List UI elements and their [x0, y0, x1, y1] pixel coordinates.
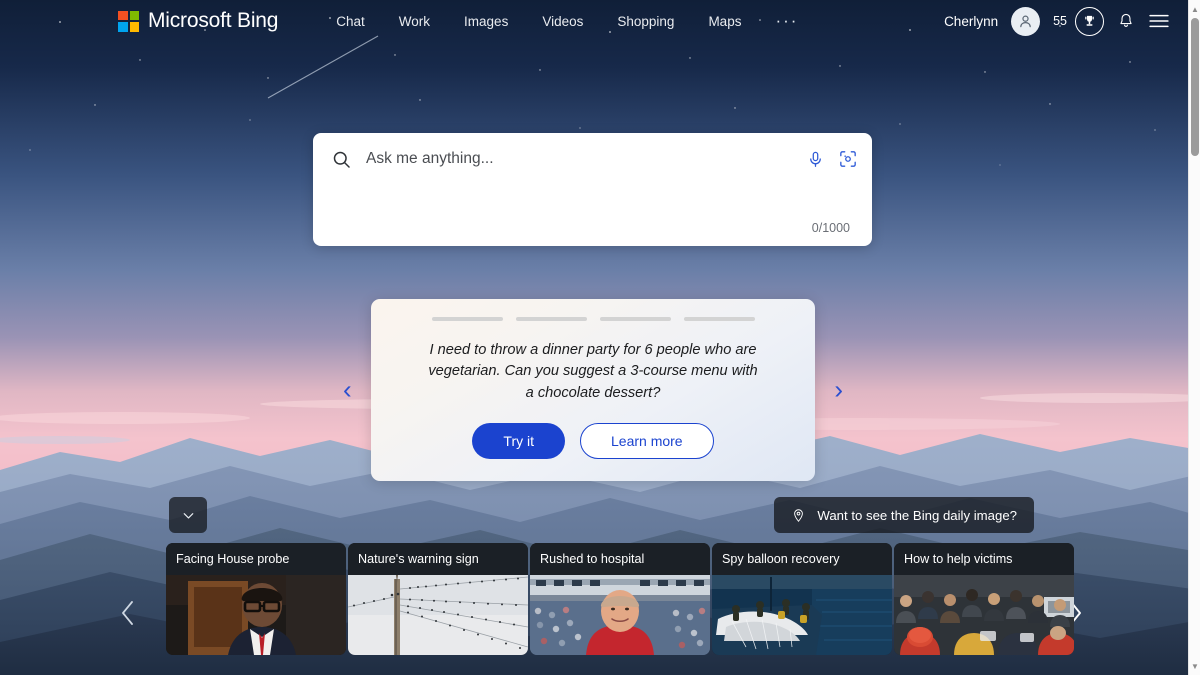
microphone-button[interactable] — [806, 150, 825, 169]
news-card-image — [712, 575, 892, 655]
news-card[interactable]: Spy balloon recovery — [712, 543, 892, 655]
suggestion-actions: Try it Learn more — [371, 422, 815, 459]
nav-shopping[interactable]: Shopping — [617, 14, 674, 29]
character-counter: 0/1000 — [811, 221, 850, 235]
chevron-left-icon — [122, 601, 133, 625]
suggestion-progress — [371, 299, 815, 321]
nav-overflow-icon[interactable]: ··· — [775, 12, 798, 29]
news-card[interactable]: Nature's warning sign — [348, 543, 528, 655]
notifications-button[interactable] — [1117, 12, 1135, 30]
try-it-button[interactable]: Try it — [472, 422, 565, 459]
brand-name: Microsoft Bing — [148, 9, 279, 32]
search-input[interactable] — [366, 150, 806, 168]
main-navigation: Chat Work Images Videos Shopping Maps ··… — [336, 12, 798, 29]
header-actions: Cherlynn 55 — [944, 6, 1170, 36]
search-tools — [806, 149, 858, 169]
page-scrollbar[interactable]: ▲ ▼ — [1188, 0, 1200, 675]
logo-square-blue — [118, 22, 128, 32]
bing-homepage: Microsoft Bing Chat Work Images Videos S… — [0, 0, 1200, 675]
nav-maps[interactable]: Maps — [708, 14, 741, 29]
nav-chat[interactable]: Chat — [336, 14, 365, 29]
news-card-image — [530, 575, 710, 655]
visual-search-button[interactable] — [838, 149, 858, 169]
progress-bar-1[interactable] — [431, 317, 503, 321]
daily-image-label: Want to see the Bing daily image? — [817, 507, 1017, 523]
search-icon[interactable] — [331, 149, 352, 170]
rewards-ring — [1075, 6, 1104, 36]
rewards-count: 55 — [1053, 14, 1067, 28]
learn-more-button[interactable]: Learn more — [580, 422, 714, 459]
site-header: Microsoft Bing Chat Work Images Videos S… — [0, 0, 1188, 42]
news-card-title: Nature's warning sign — [348, 543, 528, 575]
stadium-photo — [530, 575, 710, 655]
suggestion-prompt-text: I need to throw a dinner party for 6 peo… — [428, 342, 758, 401]
suggestion-prev-button[interactable]: ‹ — [343, 375, 352, 406]
progress-bar-3[interactable] — [599, 317, 671, 321]
news-card-list: Facing House probe Nature's warning sign… — [166, 543, 1074, 655]
visual-search-icon — [840, 151, 856, 167]
news-card[interactable]: Facing House probe — [166, 543, 346, 655]
suggestion-next-button[interactable]: › — [834, 375, 843, 406]
birds-photo — [348, 575, 528, 655]
news-card-image — [894, 575, 1074, 655]
daily-image-button[interactable]: Want to see the Bing daily image? — [774, 497, 1034, 533]
progress-bar-2[interactable] — [515, 317, 587, 321]
location-pin-icon — [794, 508, 804, 522]
news-card-title: Facing House probe — [166, 543, 346, 575]
politician-photo — [166, 575, 346, 655]
logo-square-red — [118, 10, 128, 20]
microsoft-logo-icon — [118, 10, 139, 32]
hamburger-menu-icon — [1149, 14, 1169, 28]
brand-logo[interactable]: Microsoft Bing — [118, 9, 278, 33]
sea-recovery-photo — [712, 575, 892, 655]
news-card-title: Spy balloon recovery — [712, 543, 892, 575]
news-card-title: How to help victims — [894, 543, 1074, 575]
news-carousel: Facing House probe Nature's warning sign… — [0, 543, 1188, 675]
logo-square-green — [129, 10, 139, 20]
trophy-icon — [1085, 15, 1094, 26]
progress-bar-4[interactable] — [683, 317, 755, 321]
suggestion-card: ‹ › I need to throw a dinner party for 6… — [343, 299, 843, 481]
search-box: 0/1000 — [313, 133, 872, 246]
news-card-title: Rushed to hospital — [530, 543, 710, 575]
search-row — [313, 133, 872, 185]
crowd-photo — [894, 575, 1074, 655]
scroll-down-button[interactable]: ▼ — [1189, 659, 1200, 673]
rewards-indicator[interactable]: 55 — [1053, 6, 1104, 36]
expand-feed-button[interactable] — [169, 497, 207, 533]
avatar[interactable] — [1011, 6, 1041, 36]
user-name: Cherlynn — [944, 13, 999, 29]
carousel-prev-button[interactable] — [111, 593, 145, 633]
nav-work[interactable]: Work — [399, 14, 430, 29]
news-card-image — [166, 575, 346, 655]
scroll-up-button[interactable]: ▲ — [1189, 2, 1200, 16]
news-card[interactable]: Rushed to hospital — [530, 543, 710, 655]
nav-images[interactable]: Images — [464, 14, 508, 29]
news-card[interactable]: How to help victims — [894, 543, 1074, 655]
hamburger-menu-button[interactable] — [1148, 13, 1170, 29]
person-icon — [1020, 15, 1031, 27]
scrollbar-thumb[interactable] — [1191, 18, 1199, 156]
chevron-down-icon — [183, 512, 193, 519]
logo-square-yellow — [129, 22, 139, 32]
bell-icon — [1120, 13, 1132, 27]
microphone-icon — [810, 151, 821, 167]
nav-videos[interactable]: Videos — [542, 14, 583, 29]
news-card-image — [348, 575, 528, 655]
